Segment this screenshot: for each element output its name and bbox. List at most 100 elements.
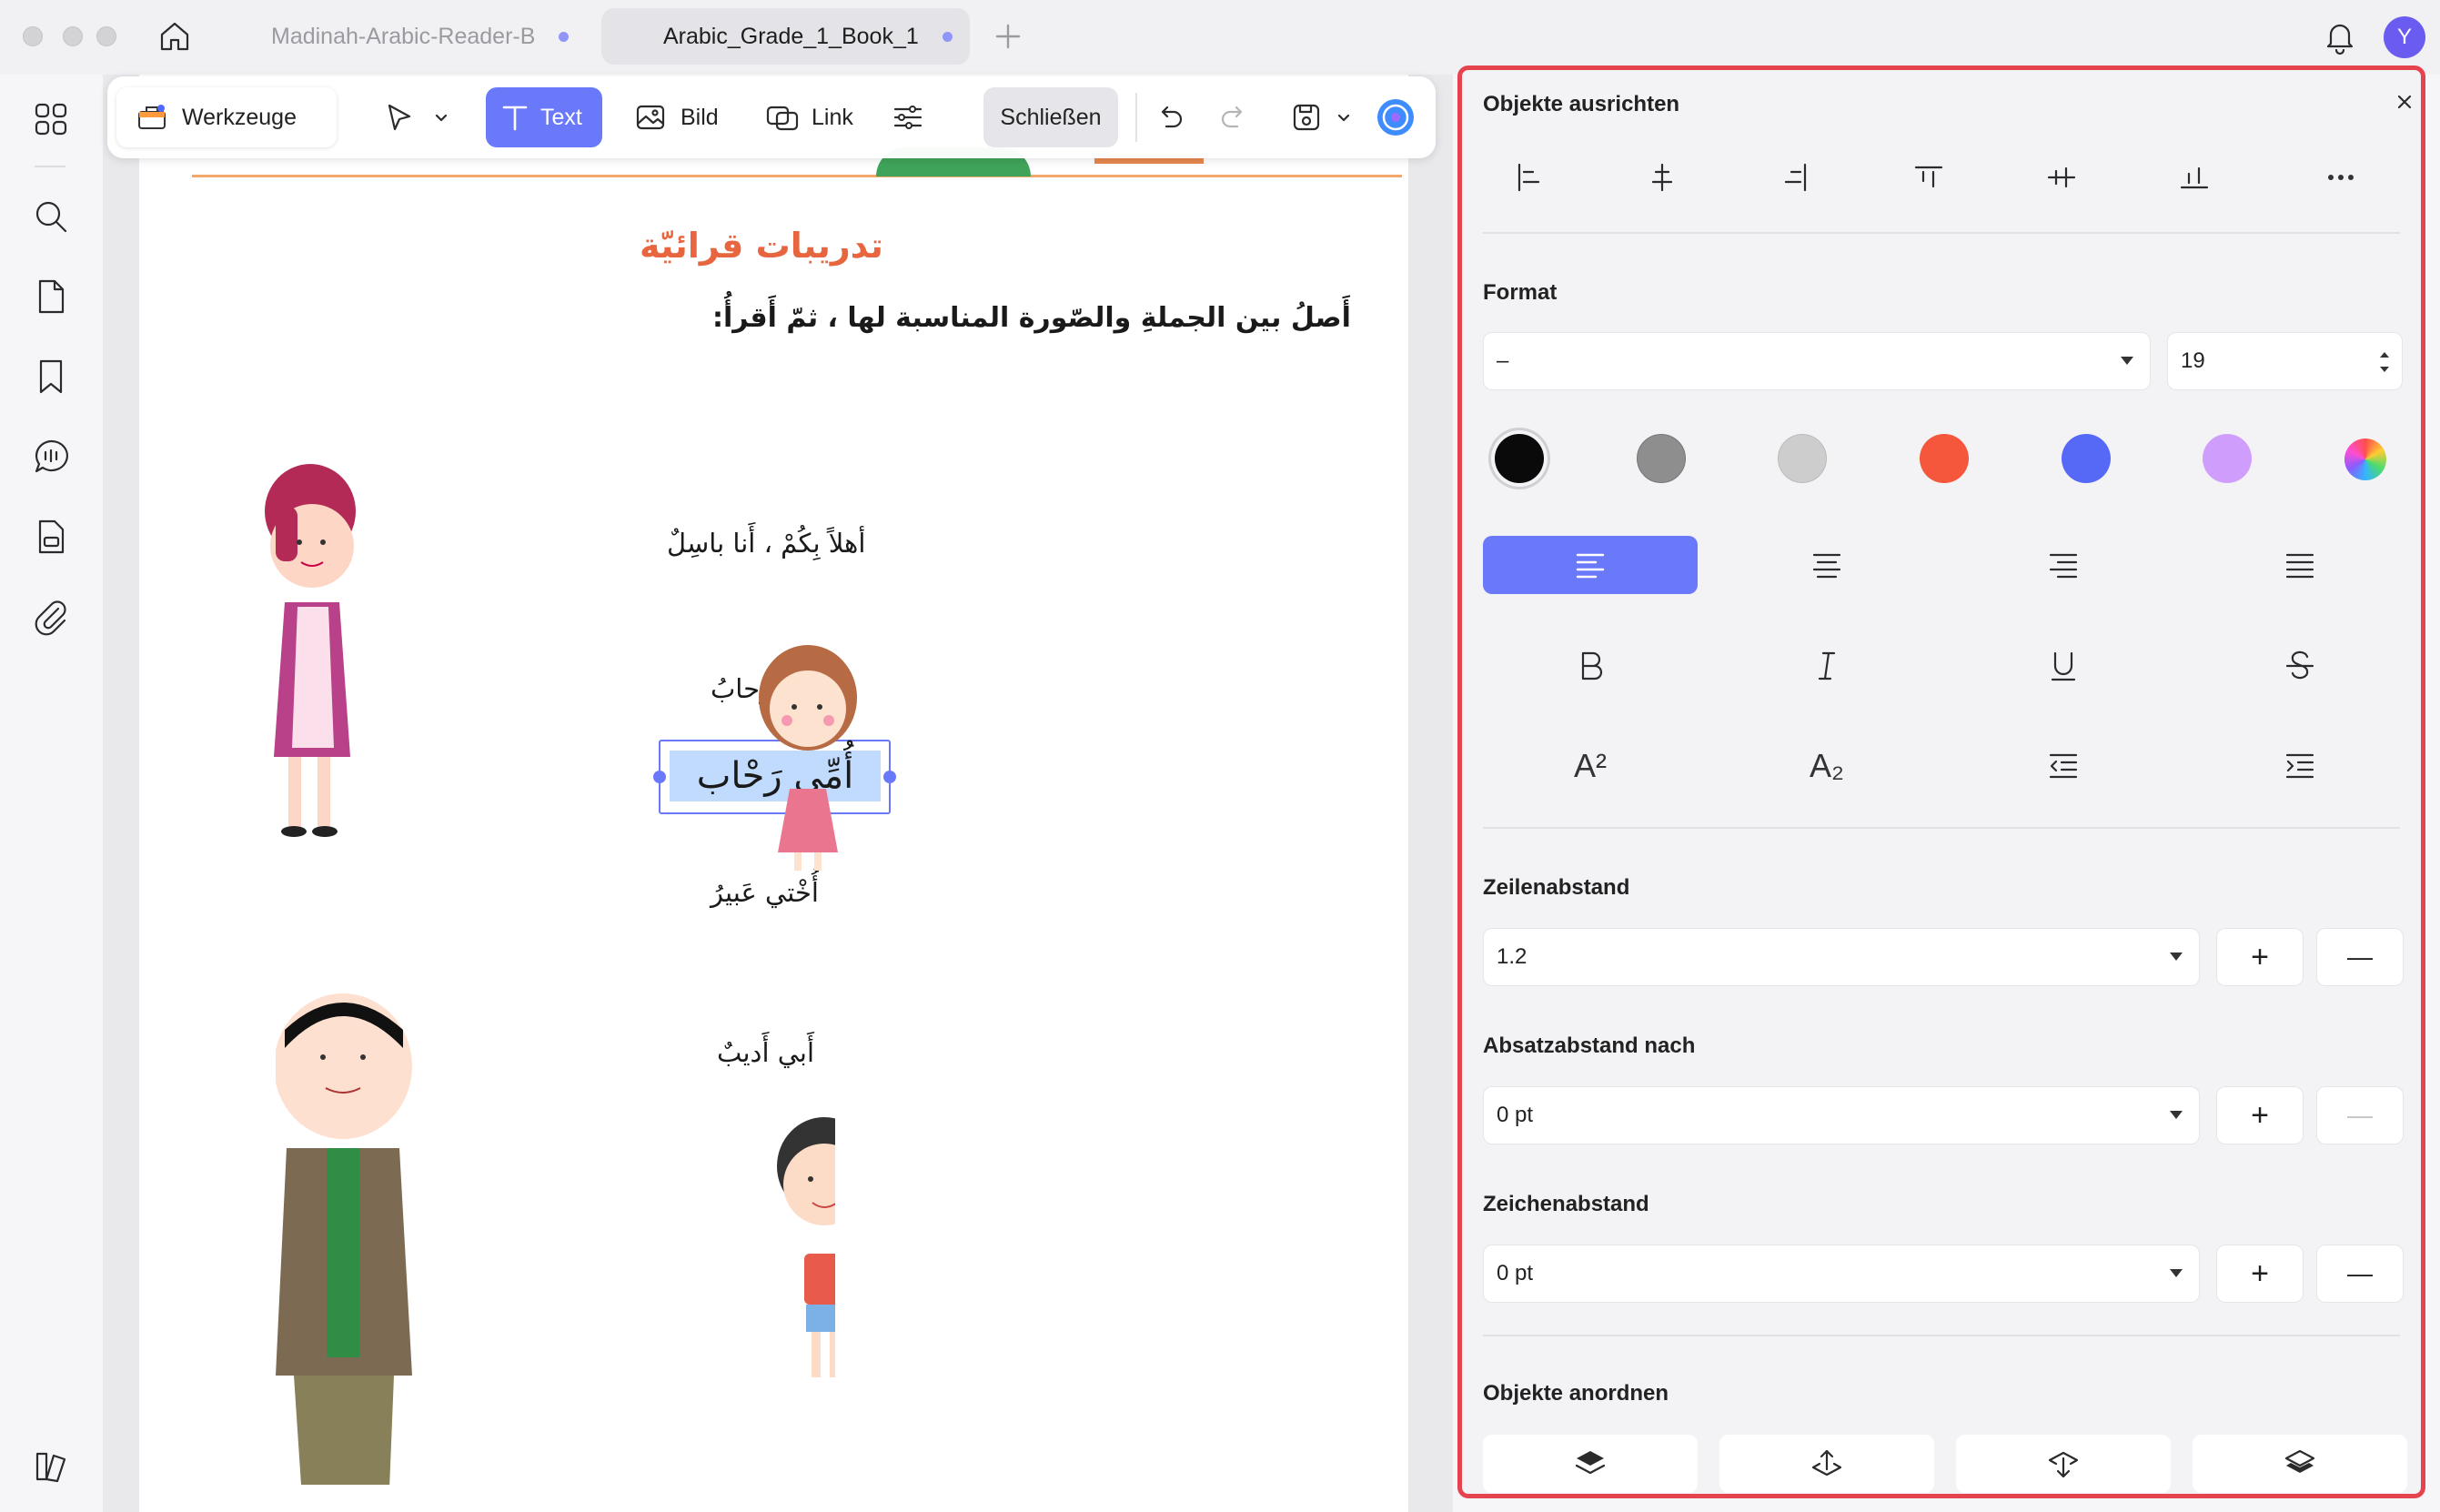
align-right-button[interactable] (1770, 152, 1820, 203)
align-top-button[interactable] (1903, 152, 1954, 203)
save-dropdown[interactable] (1330, 87, 1357, 147)
ai-assistant-button[interactable] (1372, 87, 1419, 147)
select-tool[interactable] (371, 87, 426, 147)
font-size-stepper[interactable]: 19 (2167, 332, 2403, 390)
italic-button[interactable] (1719, 637, 1934, 695)
save-button[interactable] (1281, 87, 1332, 147)
bring-forward-button[interactable] (1719, 1435, 1934, 1493)
text-align-left-icon (1576, 553, 1605, 579)
align-center-horizontal-icon (1651, 163, 1673, 192)
close-icon (2397, 95, 2412, 109)
text-tool-button[interactable]: Text (486, 87, 602, 147)
sidebar-divider (35, 166, 66, 167)
align-middle-vertical-button[interactable] (2036, 152, 2087, 203)
bell-icon[interactable] (2320, 16, 2360, 56)
increase-indent-button[interactable] (2193, 737, 2407, 795)
increase-indent-icon (2285, 753, 2314, 779)
edit-toolbar: Werkzeuge Text Bild Link Schließen (107, 76, 1436, 158)
paragraph-spacing-plus-button[interactable]: + (2216, 1086, 2304, 1144)
select-tool-dropdown[interactable] (428, 87, 455, 147)
chevron-down-icon (2170, 953, 2183, 961)
close-edit-button[interactable]: Schließen (983, 87, 1118, 147)
text-align-justify-button[interactable] (2193, 536, 2407, 594)
color-swatch-blue[interactable] (2062, 434, 2111, 483)
strikethrough-icon (2285, 650, 2314, 680)
decrease-indent-button[interactable] (1956, 737, 2171, 795)
tab-arabic-grade-1[interactable]: Arabic_Grade_1_Book_1 (601, 8, 970, 65)
align-center-horizontal-button[interactable] (1637, 152, 1688, 203)
window-minimize-button[interactable] (63, 26, 83, 46)
undo-icon (1161, 106, 1183, 128)
more-align-options-button[interactable] (2315, 152, 2366, 203)
chevron-down-icon (2170, 1111, 2183, 1119)
link-tool-button[interactable]: Link (751, 87, 866, 147)
paragraph-spacing-minus-button[interactable]: — (2316, 1086, 2404, 1144)
send-backward-icon (2048, 1451, 2079, 1478)
cursor-arrow-icon (388, 104, 411, 131)
window-close-button[interactable] (23, 26, 43, 46)
color-swatch-red[interactable] (1920, 434, 1969, 483)
header-rule (192, 175, 1402, 177)
undo-button[interactable] (1144, 87, 1195, 147)
properties-panel: Objekte ausrichten Format – 19 A² A₂ Zei… (1457, 66, 2425, 1498)
decrease-indent-icon (2049, 753, 2078, 779)
resize-handle-right[interactable] (883, 771, 896, 783)
sliders-icon (893, 106, 923, 129)
align-left-button[interactable] (1504, 152, 1555, 203)
comment-icon[interactable] (30, 436, 72, 478)
send-to-back-button[interactable] (2193, 1435, 2407, 1493)
line-spacing-select[interactable]: 1.2 (1483, 928, 2200, 986)
search-icon[interactable] (30, 196, 72, 237)
underline-button[interactable] (1956, 637, 2171, 695)
attachment-icon[interactable] (30, 596, 72, 638)
font-family-select[interactable]: – (1483, 332, 2151, 390)
color-swatch-gray[interactable] (1637, 434, 1686, 483)
subscript-button[interactable]: A₂ (1719, 737, 1934, 795)
superscript-button[interactable]: A² (1483, 737, 1698, 795)
color-swatch-purple[interactable] (2203, 434, 2252, 483)
sentence-1: أهلاً بِكُمْ ، أَنا باسِلٌ (667, 528, 866, 559)
bold-button[interactable] (1483, 637, 1698, 695)
sidebar-toggle-icon[interactable] (30, 1445, 72, 1487)
paragraph-spacing-select[interactable]: 0 pt (1483, 1086, 2200, 1144)
color-swatch-light-gray[interactable] (1778, 434, 1827, 483)
line-spacing-minus-button[interactable]: — (2316, 928, 2404, 986)
page-icon[interactable] (30, 276, 72, 318)
home-icon[interactable] (156, 18, 193, 55)
avatar[interactable]: Y (2384, 16, 2425, 58)
image-tool-button[interactable]: Bild (624, 87, 761, 147)
window-zoom-button[interactable] (96, 26, 116, 46)
forms-icon[interactable] (30, 516, 72, 558)
bring-to-front-button[interactable] (1483, 1435, 1698, 1493)
line-spacing-plus-button[interactable]: + (2216, 928, 2304, 986)
character-spacing-select[interactable]: 0 pt (1483, 1245, 2200, 1303)
properties-sliders-button[interactable] (881, 87, 935, 147)
thumbnails-grid-icon[interactable] (30, 98, 72, 140)
strikethrough-button[interactable] (2193, 637, 2407, 695)
redo-button[interactable] (1208, 87, 1259, 147)
boy-illustration (777, 1117, 835, 1377)
character-spacing-plus-button[interactable]: + (2216, 1245, 2304, 1303)
align-bottom-button[interactable] (2169, 152, 2220, 203)
bookmark-icon[interactable] (30, 356, 72, 398)
color-picker-rainbow[interactable] (2344, 438, 2386, 480)
chevron-down-icon (1337, 114, 1350, 122)
send-backward-button[interactable] (1956, 1435, 2171, 1493)
color-swatch-black[interactable] (1495, 434, 1544, 483)
underline-icon (2051, 651, 2076, 681)
stepper-arrows-icon[interactable] (2376, 346, 2393, 378)
character-spacing-title: Zeichenabstand (1483, 1192, 1649, 1216)
character-spacing-minus-button[interactable]: — (2316, 1245, 2404, 1303)
bring-forward-icon (1811, 1449, 1842, 1477)
close-panel-button[interactable] (2389, 86, 2420, 117)
tools-button[interactable]: Werkzeuge (116, 87, 337, 147)
tab-madinah-reader[interactable]: Madinah-Arabic-Reader-B (271, 8, 580, 65)
text-align-justify-icon (2285, 553, 2314, 579)
text-align-center-button[interactable] (1719, 536, 1934, 594)
text-align-right-button[interactable] (1956, 536, 2171, 594)
new-tab-plus-icon[interactable] (992, 20, 1024, 53)
redo-icon (1221, 106, 1243, 128)
text-align-left-button[interactable] (1483, 536, 1698, 594)
format-title: Format (1483, 280, 1558, 305)
left-sidebar (0, 75, 100, 1512)
